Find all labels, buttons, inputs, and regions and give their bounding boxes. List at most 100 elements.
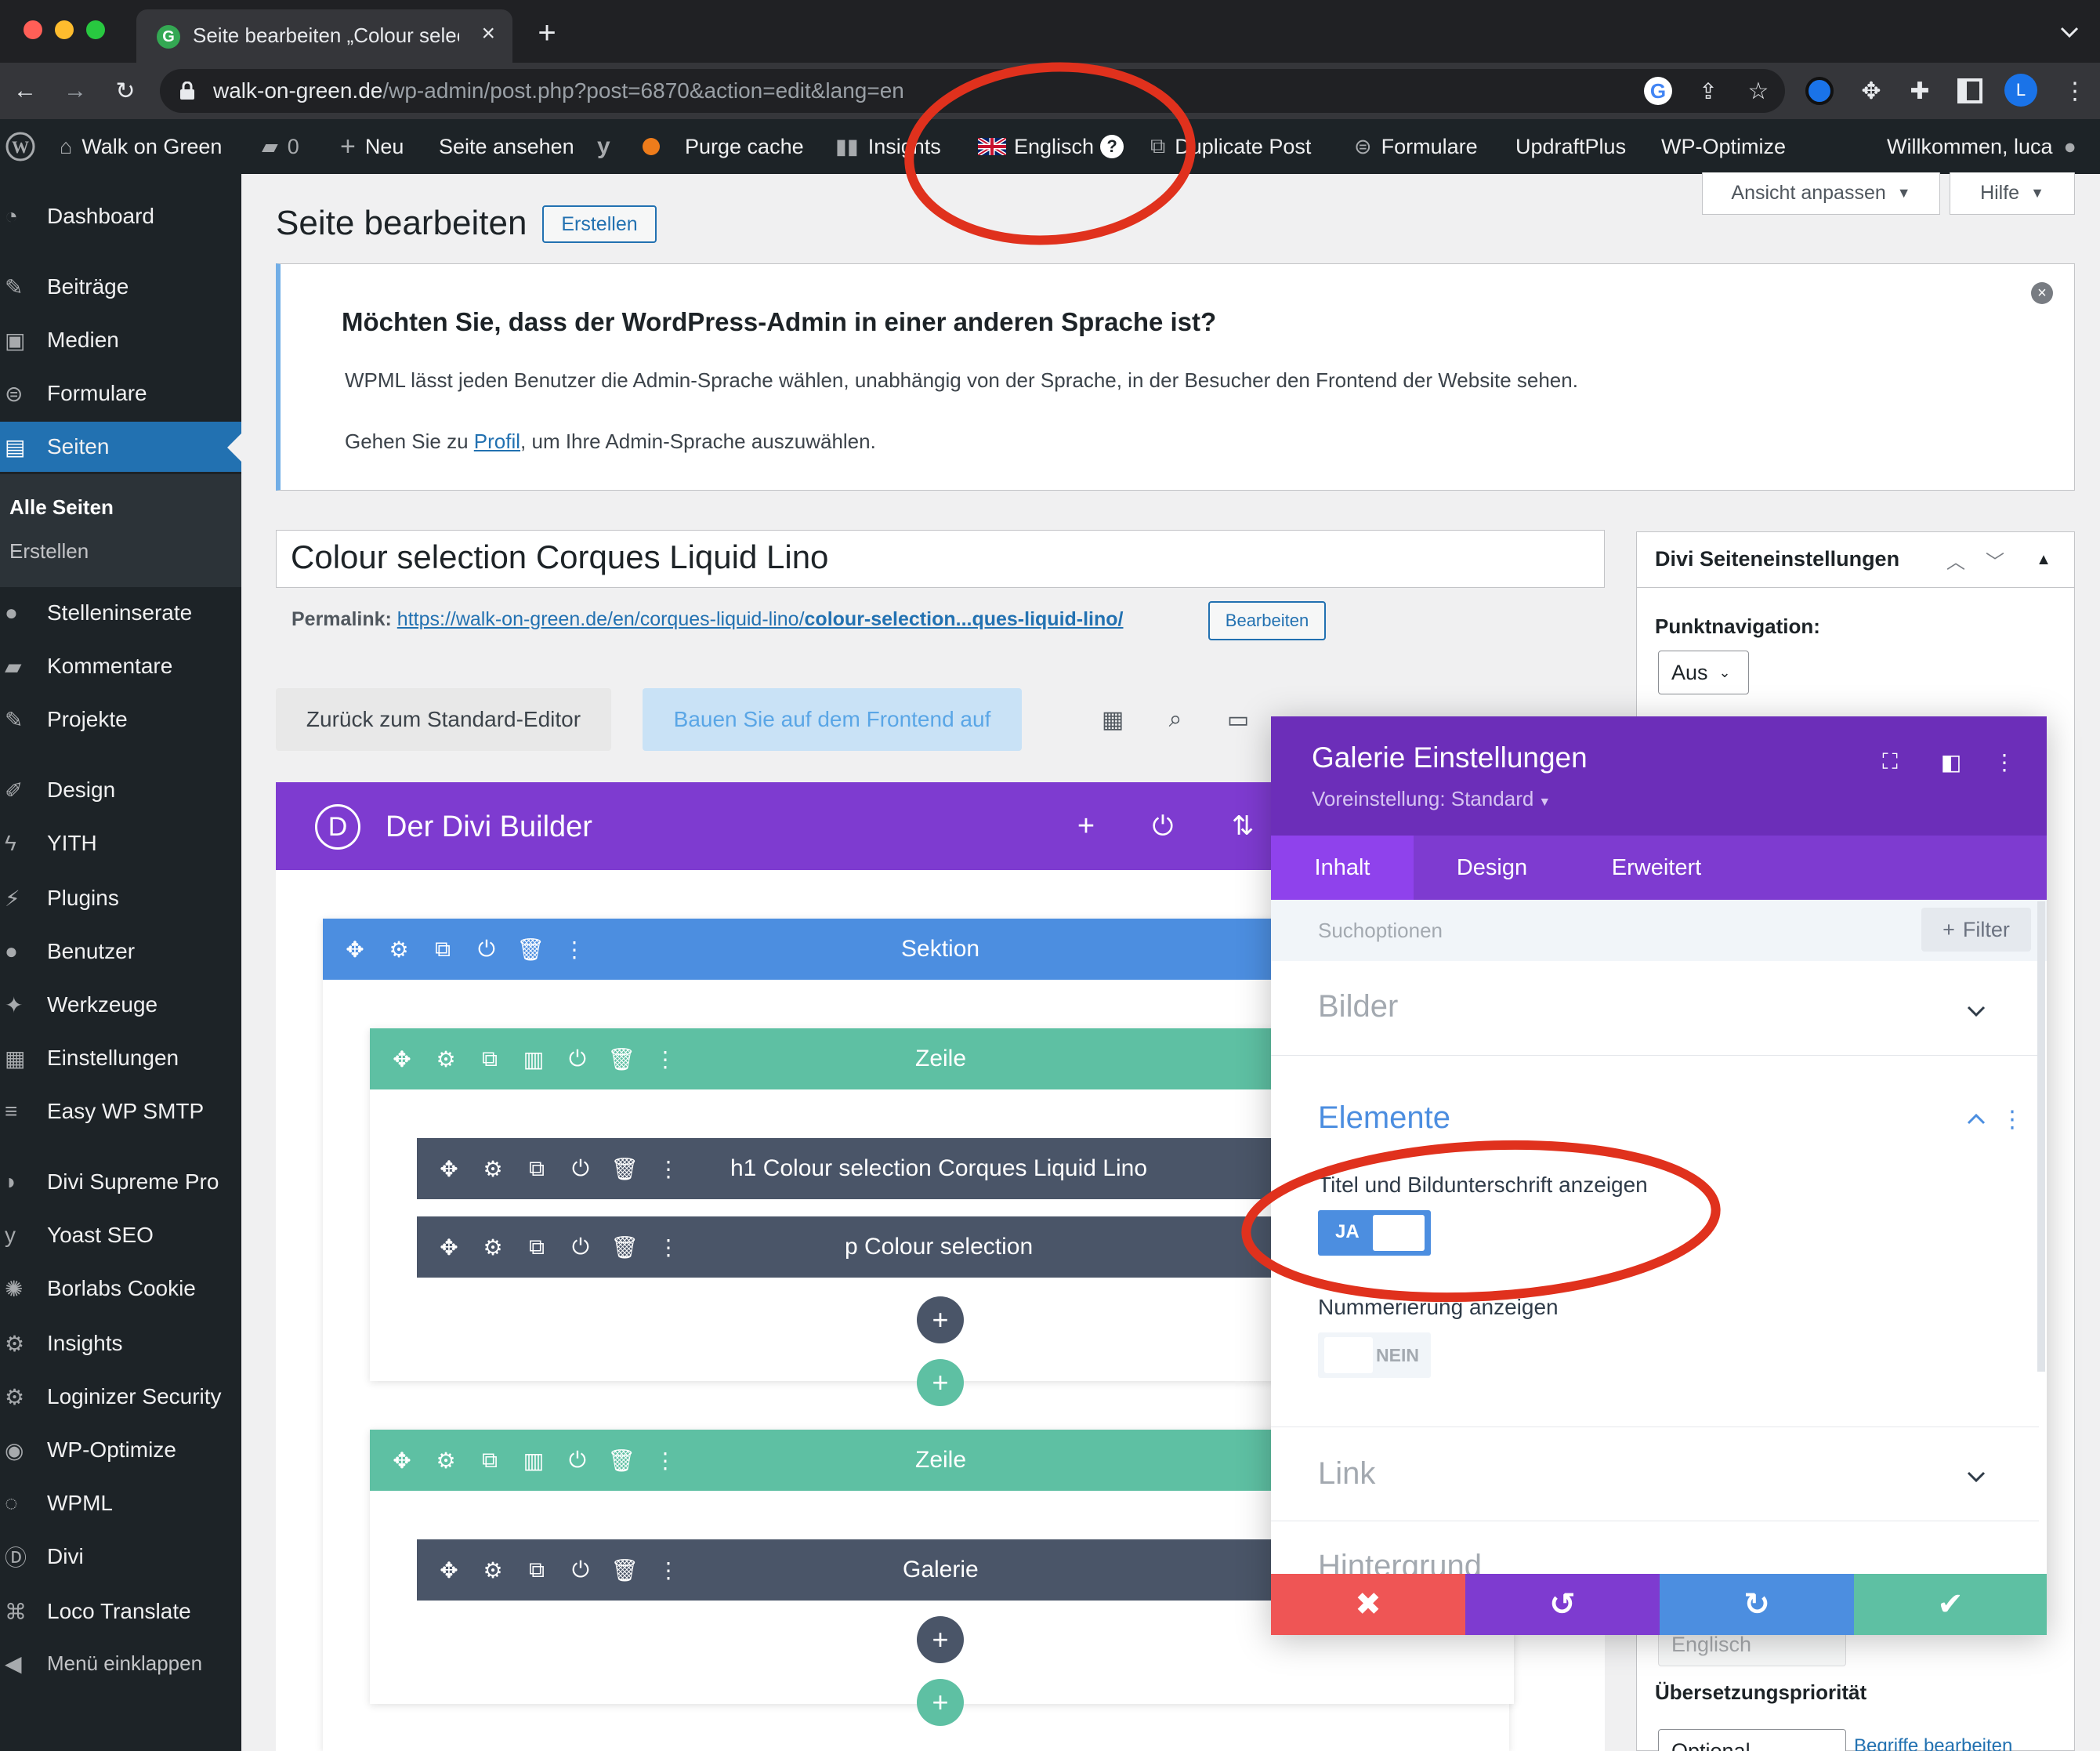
- share-icon[interactable]: ⇪: [1693, 75, 1724, 107]
- help-tab[interactable]: Hilfe ▼: [1950, 172, 2075, 215]
- duplicate-icon[interactable]: ⧉: [523, 1234, 550, 1260]
- more-icon[interactable]: ⋮: [561, 936, 588, 963]
- move-icon[interactable]: ✥: [436, 1557, 462, 1583]
- adminbar-view-page[interactable]: Seite ansehen: [439, 119, 574, 174]
- extension-move-icon[interactable]: ✥: [1856, 75, 1887, 107]
- more-icon[interactable]: ⋮: [655, 1155, 682, 1182]
- add-module-button[interactable]: +: [917, 1296, 964, 1343]
- more-icon[interactable]: ⋮: [655, 1557, 682, 1583]
- sidebar-item-loco-translate[interactable]: ⌘ Loco Translate: [0, 1586, 241, 1637]
- submenu-create[interactable]: Erstellen: [9, 539, 89, 564]
- settings-icon[interactable]: ⚙: [433, 1447, 459, 1474]
- sidebar-item-formulare[interactable]: ⊜ Formulare: [0, 368, 241, 419]
- group-images[interactable]: Bilder: [1318, 989, 1398, 1024]
- screen-options-tab[interactable]: Ansicht anpassen ▼: [1702, 172, 1940, 215]
- browser-tab[interactable]: G Seite bearbeiten „Colour selecti ×: [136, 9, 512, 63]
- zoom-icon[interactable]: ⌕: [1160, 704, 1191, 735]
- sidebar-item-projekte[interactable]: ✎ Projekte: [0, 694, 241, 745]
- duplicate-icon[interactable]: ⧉: [429, 936, 456, 963]
- dot-nav-select[interactable]: Aus ⌄: [1658, 651, 1749, 694]
- edit-terms-link[interactable]: Begriffe bearbeiten: [1854, 1735, 2012, 1751]
- settings-icon[interactable]: ⚙: [480, 1155, 506, 1182]
- undo-button[interactable]: ↺: [1465, 1574, 1660, 1635]
- group-elements[interactable]: Elemente: [1318, 1100, 1450, 1136]
- lock-icon[interactable]: [177, 80, 197, 102]
- google-icon[interactable]: G: [1644, 77, 1672, 105]
- build-on-frontend-button[interactable]: Bauen Sie auf dem Frontend auf: [643, 688, 1022, 751]
- move-icon[interactable]: ✥: [389, 1046, 415, 1072]
- extension-camera-icon[interactable]: [1805, 77, 1834, 105]
- sidebar-item-beiträge[interactable]: ✎ Beiträge: [0, 262, 241, 312]
- browser-menu-icon[interactable]: ⋮: [2059, 75, 2091, 107]
- trash-icon[interactable]: 🗑: [610, 1234, 639, 1260]
- sidebar-item-dashboard[interactable]: ◔ Dashboard: [0, 191, 241, 241]
- post-title-input[interactable]: Colour selection Corques Liquid Lino: [276, 530, 1605, 588]
- chevron-down-icon[interactable]: [1962, 997, 1990, 1025]
- modal-scrollbar[interactable]: [2037, 901, 2045, 1372]
- filter-button[interactable]: + Filter: [1921, 908, 2031, 952]
- tab-search-chevron-icon[interactable]: [2058, 20, 2081, 44]
- sidebar-item-divi[interactable]: Ⓓ Divi: [0, 1532, 241, 1582]
- modal-dock-icon[interactable]: ◧: [1937, 748, 1965, 776]
- sidebar-item-medien[interactable]: ▣ Medien: [0, 315, 241, 365]
- group-menu-icon[interactable]: ⋮: [2000, 1105, 2024, 1133]
- sidebar-item-insights[interactable]: ⚙ Insights: [0, 1318, 241, 1369]
- trash-icon[interactable]: 🗑: [516, 936, 545, 963]
- settings-icon[interactable]: ⚙: [480, 1234, 506, 1260]
- columns-icon[interactable]: ▥: [520, 1046, 547, 1072]
- sidebar-item-plugins[interactable]: ⚡ Plugins: [0, 873, 241, 923]
- sidebar-item-easy-wp-smtp[interactable]: ≡ Easy WP SMTP: [0, 1086, 241, 1137]
- sidebar-item-werkzeuge[interactable]: ✦ Werkzeuge: [0, 980, 241, 1030]
- move-icon[interactable]: ✥: [436, 1234, 462, 1260]
- group-background[interactable]: Hintergrund: [1318, 1549, 1482, 1574]
- move-icon[interactable]: ✥: [389, 1447, 415, 1474]
- sidebar-item-yoast-seo[interactable]: y Yoast SEO: [0, 1210, 241, 1260]
- redo-button[interactable]: ↻: [1660, 1574, 1854, 1635]
- modal-menu-icon[interactable]: ⋮: [1990, 748, 2019, 776]
- power-icon[interactable]: ⏻: [564, 1046, 591, 1072]
- trash-icon[interactable]: 🗑: [607, 1046, 635, 1072]
- adminbar-wpoptimize[interactable]: WP-Optimize: [1661, 119, 1786, 174]
- sidebar-item-kommentare[interactable]: ▰ Kommentare: [0, 641, 241, 691]
- add-row-button[interactable]: +: [917, 1679, 964, 1726]
- duplicate-icon[interactable]: ⧉: [523, 1557, 550, 1583]
- duplicate-icon[interactable]: ⧉: [523, 1155, 550, 1182]
- power-icon[interactable]: ⏻: [567, 1234, 594, 1260]
- profile-link[interactable]: Profil: [474, 430, 520, 453]
- adminbar-new[interactable]: + Neu: [340, 119, 404, 174]
- back-to-standard-editor-button[interactable]: Zurück zum Standard-Editor: [276, 688, 611, 751]
- save-button[interactable]: ✔: [1854, 1574, 2047, 1635]
- notice-dismiss-icon[interactable]: ×: [2031, 282, 2053, 304]
- divi-sort-icon[interactable]: ⇅: [1227, 810, 1258, 842]
- sidebar-item-einstellungen[interactable]: ▦ Einstellungen: [0, 1033, 241, 1083]
- sidebar-item-seiten[interactable]: ▤ Seiten: [0, 422, 241, 472]
- adminbar-insights[interactable]: ▮▮ Insights: [835, 119, 941, 174]
- settings-icon[interactable]: ⚙: [433, 1046, 459, 1072]
- more-icon[interactable]: ⋮: [652, 1447, 679, 1474]
- forward-arrow-icon[interactable]: →: [60, 75, 91, 107]
- trash-icon[interactable]: 🗑: [607, 1447, 635, 1474]
- translation-priority-select[interactable]: Optional: [1658, 1729, 1846, 1751]
- sidebar-item-wpml[interactable]: ◌ WPML: [0, 1478, 241, 1528]
- sidebar-item-yith[interactable]: ϟ YITH: [0, 818, 241, 868]
- settings-icon[interactable]: ⚙: [386, 936, 412, 963]
- desktop-view-icon[interactable]: ▭: [1222, 704, 1254, 735]
- bookmark-star-icon[interactable]: ☆: [1743, 75, 1774, 107]
- window-minimize-button[interactable]: [55, 20, 74, 39]
- create-page-button[interactable]: Erstellen: [542, 205, 657, 243]
- sidebar-item-menü-einklappen[interactable]: ◀ Menü einklappen: [0, 1638, 241, 1688]
- submenu-all-pages[interactable]: Alle Seiten: [9, 495, 114, 520]
- sidebar-item-divi-supreme-pro[interactable]: ◗ Divi Supreme Pro: [0, 1157, 241, 1207]
- more-icon[interactable]: ⋮: [655, 1234, 682, 1260]
- yoast-icon[interactable]: y: [597, 119, 610, 174]
- sidebar-item-benutzer[interactable]: ● Benutzer: [0, 926, 241, 977]
- trash-icon[interactable]: 🗑: [610, 1155, 639, 1182]
- window-close-button[interactable]: [24, 20, 42, 39]
- tab-close-icon[interactable]: ×: [481, 20, 495, 47]
- layout-icon[interactable]: ▦: [1097, 704, 1128, 735]
- tab-advanced[interactable]: Erweitert: [1589, 836, 1724, 900]
- discard-button[interactable]: ✖: [1271, 1574, 1465, 1635]
- chevron-up-icon[interactable]: [1962, 1105, 1990, 1133]
- divi-power-icon[interactable]: ⏻: [1147, 810, 1179, 842]
- modal-preset[interactable]: Voreinstellung: Standard ▼: [1312, 787, 1551, 811]
